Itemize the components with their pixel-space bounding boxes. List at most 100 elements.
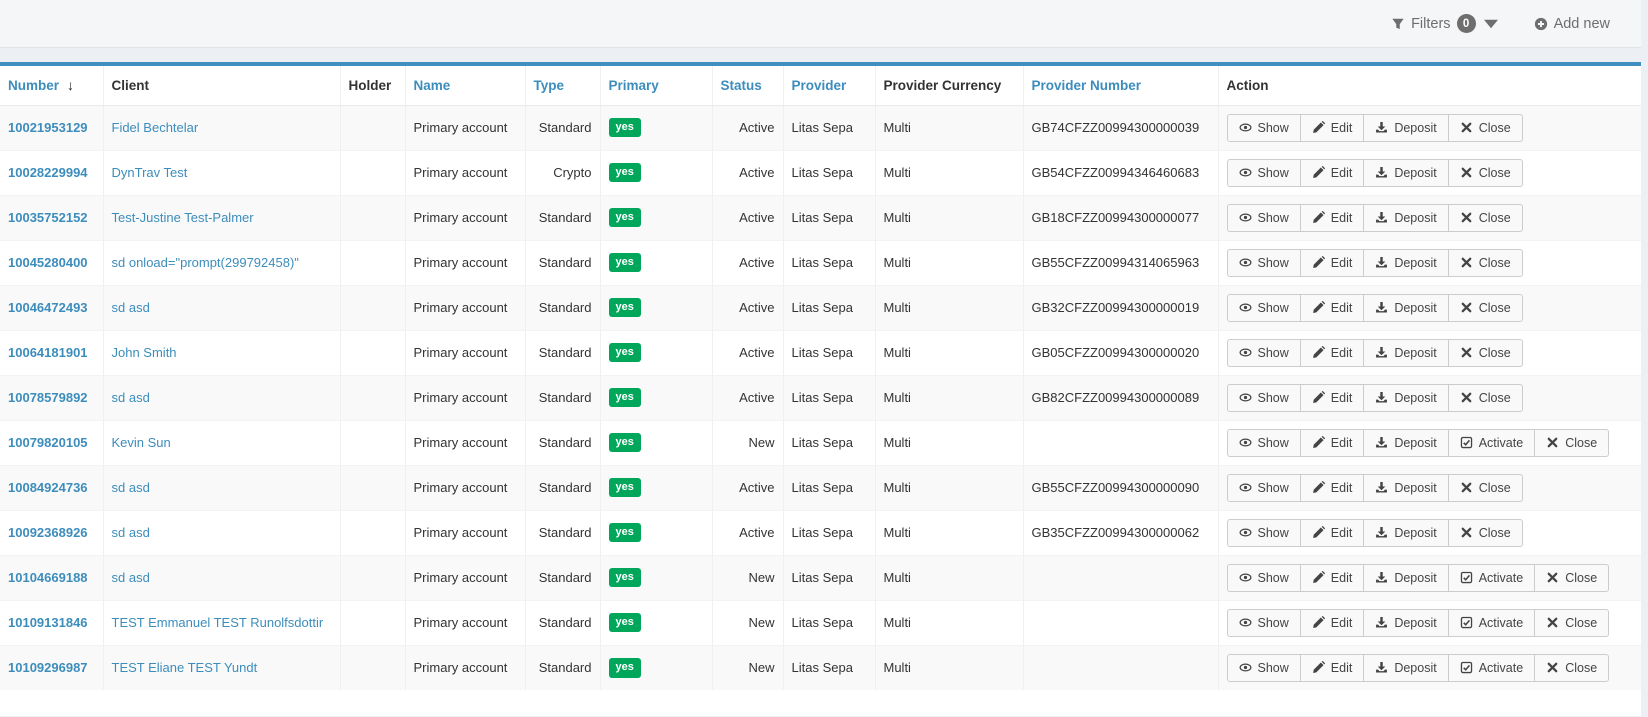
- deposit-button[interactable]: Deposit: [1363, 429, 1448, 457]
- close-button[interactable]: Close: [1448, 114, 1523, 142]
- pencil-icon: [1312, 436, 1325, 449]
- activate-button[interactable]: Activate: [1448, 654, 1535, 682]
- deposit-button[interactable]: Deposit: [1363, 294, 1448, 322]
- column-header-status[interactable]: Status: [712, 66, 783, 105]
- close-button[interactable]: Close: [1448, 384, 1523, 412]
- show-button[interactable]: Show: [1227, 429, 1301, 457]
- edit-button[interactable]: Edit: [1300, 429, 1365, 457]
- add-new-button[interactable]: Add new: [1534, 16, 1610, 32]
- show-button[interactable]: Show: [1227, 609, 1301, 637]
- edit-button[interactable]: Edit: [1300, 384, 1365, 412]
- close-button[interactable]: Close: [1448, 159, 1523, 187]
- show-button[interactable]: Show: [1227, 204, 1301, 232]
- edit-button[interactable]: Edit: [1300, 564, 1365, 592]
- show-button[interactable]: Show: [1227, 249, 1301, 277]
- show-button[interactable]: Show: [1227, 519, 1301, 547]
- close-button[interactable]: Close: [1448, 474, 1523, 502]
- client-link[interactable]: sd asd: [112, 570, 150, 585]
- account-number-link[interactable]: 10084924736: [8, 480, 88, 495]
- activate-button[interactable]: Activate: [1448, 609, 1535, 637]
- edit-button[interactable]: Edit: [1300, 654, 1365, 682]
- client-link[interactable]: John Smith: [112, 345, 177, 360]
- client-link[interactable]: TEST Eliane TEST Yundt: [112, 660, 258, 675]
- edit-button[interactable]: Edit: [1300, 609, 1365, 637]
- column-header-type[interactable]: Type: [525, 66, 600, 105]
- close-button[interactable]: Close: [1534, 609, 1609, 637]
- client-link[interactable]: Test-Justine Test-Palmer: [112, 210, 254, 225]
- deposit-button[interactable]: Deposit: [1363, 384, 1448, 412]
- close-button[interactable]: Close: [1448, 204, 1523, 232]
- account-number-link[interactable]: 10046472493: [8, 300, 88, 315]
- activate-button[interactable]: Activate: [1448, 564, 1535, 592]
- account-number-link[interactable]: 10021953129: [8, 120, 88, 135]
- client-link[interactable]: sd asd: [112, 480, 150, 495]
- show-button[interactable]: Show: [1227, 384, 1301, 412]
- deposit-button[interactable]: Deposit: [1363, 204, 1448, 232]
- client-link[interactable]: sd onload="prompt(299792458)": [112, 255, 299, 270]
- deposit-button[interactable]: Deposit: [1363, 159, 1448, 187]
- close-button[interactable]: Close: [1448, 519, 1523, 547]
- client-link[interactable]: Fidel Bechtelar: [112, 120, 199, 135]
- filters-button[interactable]: Filters 0: [1391, 14, 1497, 33]
- edit-button[interactable]: Edit: [1300, 339, 1365, 367]
- show-button[interactable]: Show: [1227, 654, 1301, 682]
- account-number-link[interactable]: 10035752152: [8, 210, 88, 225]
- account-number-link[interactable]: 10078579892: [8, 390, 88, 405]
- close-button[interactable]: Close: [1448, 294, 1523, 322]
- client-link[interactable]: Kevin Sun: [112, 435, 171, 450]
- column-header-number[interactable]: Number↓: [0, 66, 103, 105]
- client-link[interactable]: sd asd: [112, 390, 150, 405]
- deposit-button[interactable]: Deposit: [1363, 114, 1448, 142]
- account-number-link[interactable]: 10092368926: [8, 525, 88, 540]
- show-button[interactable]: Show: [1227, 159, 1301, 187]
- cell-text: Active: [739, 210, 774, 225]
- times-icon: [1546, 571, 1559, 584]
- account-number-link[interactable]: 10028229994: [8, 165, 88, 180]
- account-number-link[interactable]: 10064181901: [8, 345, 88, 360]
- cell-text: Litas Sepa: [792, 525, 853, 540]
- close-button[interactable]: Close: [1448, 249, 1523, 277]
- deposit-button[interactable]: Deposit: [1363, 474, 1448, 502]
- edit-button[interactable]: Edit: [1300, 114, 1365, 142]
- column-header-provider[interactable]: Provider: [783, 66, 875, 105]
- client-link[interactable]: DynTrav Test: [112, 165, 188, 180]
- account-number-link[interactable]: 10104669188: [8, 570, 88, 585]
- deposit-button[interactable]: Deposit: [1363, 519, 1448, 547]
- show-button[interactable]: Show: [1227, 474, 1301, 502]
- close-button[interactable]: Close: [1534, 654, 1609, 682]
- edit-button[interactable]: Edit: [1300, 519, 1365, 547]
- cell-number: 10028229994: [0, 150, 103, 195]
- column-header-provider-number[interactable]: Provider Number: [1023, 66, 1218, 105]
- deposit-button[interactable]: Deposit: [1363, 564, 1448, 592]
- close-button[interactable]: Close: [1534, 429, 1609, 457]
- edit-button[interactable]: Edit: [1300, 474, 1365, 502]
- deposit-button[interactable]: Deposit: [1363, 249, 1448, 277]
- close-button[interactable]: Close: [1534, 564, 1609, 592]
- account-number-link[interactable]: 10109131846: [8, 615, 88, 630]
- show-button[interactable]: Show: [1227, 294, 1301, 322]
- column-header-primary[interactable]: Primary: [600, 66, 712, 105]
- show-button[interactable]: Show: [1227, 339, 1301, 367]
- edit-button[interactable]: Edit: [1300, 204, 1365, 232]
- edit-button[interactable]: Edit: [1300, 294, 1365, 322]
- column-header-name[interactable]: Name: [405, 66, 525, 105]
- filter-icon: [1391, 17, 1405, 31]
- client-link[interactable]: TEST Emmanuel TEST Runolfsdottir: [112, 615, 324, 630]
- cell-number: 10104669188: [0, 555, 103, 600]
- show-button[interactable]: Show: [1227, 114, 1301, 142]
- deposit-button[interactable]: Deposit: [1363, 609, 1448, 637]
- deposit-button[interactable]: Deposit: [1363, 654, 1448, 682]
- account-number-link[interactable]: 10079820105: [8, 435, 88, 450]
- account-number-link[interactable]: 10109296987: [8, 660, 88, 675]
- edit-button[interactable]: Edit: [1300, 159, 1365, 187]
- client-link[interactable]: sd asd: [112, 525, 150, 540]
- button-label: Show: [1258, 166, 1289, 180]
- show-button[interactable]: Show: [1227, 564, 1301, 592]
- client-link[interactable]: sd asd: [112, 300, 150, 315]
- edit-button[interactable]: Edit: [1300, 249, 1365, 277]
- cell-text: Litas Sepa: [792, 345, 853, 360]
- account-number-link[interactable]: 10045280400: [8, 255, 88, 270]
- close-button[interactable]: Close: [1448, 339, 1523, 367]
- deposit-button[interactable]: Deposit: [1363, 339, 1448, 367]
- activate-button[interactable]: Activate: [1448, 429, 1535, 457]
